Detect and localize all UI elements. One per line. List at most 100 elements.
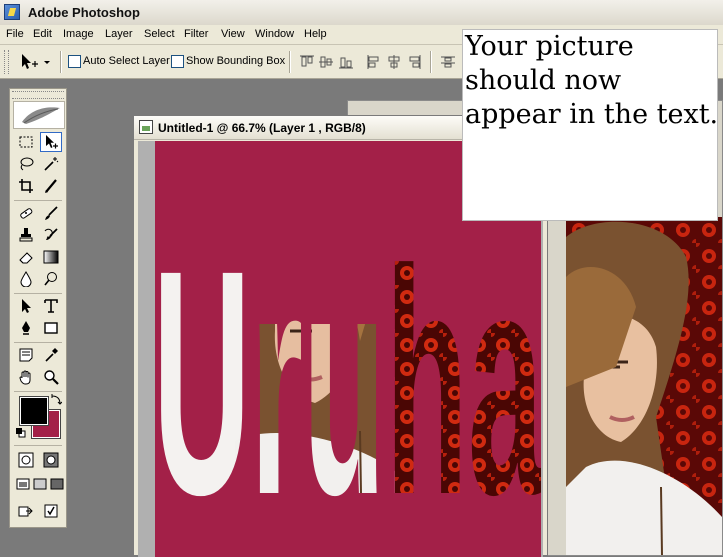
rectangle-shape-tool[interactable] (40, 318, 62, 338)
menu-filter[interactable]: Filter (184, 28, 208, 40)
jump-to-imageready-button[interactable] (15, 501, 37, 521)
document-image-icon (139, 120, 153, 134)
zoom-icon (44, 370, 59, 385)
tool-preset-picker[interactable] (18, 52, 54, 72)
dodge-icon (44, 272, 57, 286)
options-separator (289, 51, 291, 73)
imageready-icon (44, 504, 58, 518)
title-bar: Adobe Photoshop (0, 0, 723, 26)
full-screen-mode-button[interactable] (46, 474, 68, 494)
options-separator (430, 51, 432, 73)
gradient-icon (43, 250, 59, 264)
adobe-feather-icon[interactable] (13, 101, 65, 129)
notes-tool[interactable] (15, 345, 37, 365)
toolbox-separator (14, 293, 62, 294)
menu-window[interactable]: Window (255, 28, 294, 40)
photo-canvas (566, 217, 722, 555)
auto-select-layer-label: Auto Select Layer (83, 55, 170, 67)
app-title: Adobe Photoshop (28, 5, 140, 20)
clone-stamp-tool[interactable] (15, 225, 37, 245)
toolbox-separator (14, 342, 62, 343)
rectangular-marquee-tool[interactable] (15, 132, 37, 152)
move-icon (46, 135, 58, 149)
eraser-icon (19, 252, 33, 264)
zoom-tool[interactable] (40, 367, 62, 387)
history-brush-tool[interactable] (40, 225, 62, 245)
toolbox-separator (14, 445, 62, 446)
default-colors-icon[interactable] (16, 428, 26, 441)
brush-tool[interactable] (40, 203, 62, 223)
blur-tool[interactable] (15, 269, 37, 289)
move-tool[interactable] (40, 132, 62, 152)
healing-brush-tool[interactable] (15, 203, 37, 223)
rectangular-marquee-icon (19, 136, 33, 148)
brush-icon (45, 206, 58, 220)
type-tool[interactable] (40, 296, 62, 316)
clone-stamp-icon (19, 228, 33, 242)
hand-tool[interactable] (15, 367, 37, 387)
align-horizontal-centers-icon[interactable] (386, 54, 402, 70)
align-top-edges-icon[interactable] (299, 54, 315, 70)
gradient-tool[interactable] (40, 247, 62, 267)
slice-icon (45, 179, 57, 193)
lasso-tool[interactable] (15, 154, 37, 174)
instruction-note-text: Your picture should now appear in the te… (465, 31, 719, 130)
magic-wand-tool[interactable] (40, 154, 62, 174)
edit-in-imageready-button[interactable] (40, 501, 62, 521)
rectangle-shape-icon (44, 322, 58, 334)
align-right-edges-icon[interactable] (406, 54, 422, 70)
move-tool-preset-icon (22, 54, 50, 69)
magic-wand-icon (44, 157, 59, 171)
menu-select[interactable]: Select (144, 28, 175, 40)
document-title: Untitled-1 @ 66.7% (Layer 1 , RGB/8) (158, 121, 366, 135)
options-bar-grip[interactable] (4, 50, 9, 74)
toolbox-grip[interactable] (12, 91, 64, 99)
jump-to-imageready-icon (18, 506, 33, 517)
full-screen-icon (50, 478, 64, 490)
menu-layer[interactable]: Layer (105, 28, 133, 40)
menu-file[interactable]: File (6, 28, 24, 40)
menu-edit[interactable]: Edit (33, 28, 52, 40)
foreground-color-swatch[interactable] (19, 396, 49, 426)
auto-select-layer-checkbox[interactable] (68, 55, 81, 68)
menu-help[interactable]: Help (304, 28, 327, 40)
path-selection-icon (22, 299, 31, 313)
crop-icon (19, 179, 33, 193)
eraser-tool[interactable] (15, 247, 37, 267)
eyedropper-tool[interactable] (40, 345, 62, 365)
blur-icon (20, 271, 32, 287)
swap-colors-icon[interactable] (50, 394, 63, 409)
dodge-tool[interactable] (40, 269, 62, 289)
pen-icon (22, 321, 30, 335)
eyedropper-icon (45, 348, 58, 362)
history-brush-icon (44, 228, 58, 240)
toolbox-separator (14, 200, 62, 201)
show-bounding-box-label: Show Bounding Box (186, 55, 286, 67)
crop-tool[interactable] (15, 176, 37, 196)
align-vertical-centers-icon[interactable] (318, 54, 334, 70)
path-selection-tool[interactable] (15, 296, 37, 316)
toolbox-separator (14, 391, 62, 392)
menu-image[interactable]: Image (63, 28, 94, 40)
menu-view[interactable]: View (221, 28, 245, 40)
show-bounding-box-checkbox[interactable] (171, 55, 184, 68)
instruction-note: Your picture should now appear in the te… (462, 29, 718, 221)
quick-mask-icon (43, 452, 59, 468)
toolbox-panel (9, 88, 67, 528)
standard-mode-icon (18, 452, 34, 468)
hand-icon (19, 370, 31, 385)
healing-brush-icon (20, 208, 33, 219)
align-bottom-edges-icon[interactable] (338, 54, 354, 70)
quick-mask-mode-button[interactable] (40, 450, 62, 470)
pen-tool[interactable] (15, 318, 37, 338)
photoshop-app-icon (4, 4, 20, 20)
type-icon (44, 299, 58, 313)
notes-icon (19, 348, 33, 362)
align-left-edges-icon[interactable] (366, 54, 382, 70)
portrait-photo (566, 217, 722, 555)
options-separator (60, 51, 62, 73)
standard-mode-button[interactable] (15, 450, 37, 470)
slice-tool[interactable] (40, 176, 62, 196)
lasso-icon (20, 157, 34, 171)
distribute-top-edges-icon[interactable] (440, 54, 456, 70)
